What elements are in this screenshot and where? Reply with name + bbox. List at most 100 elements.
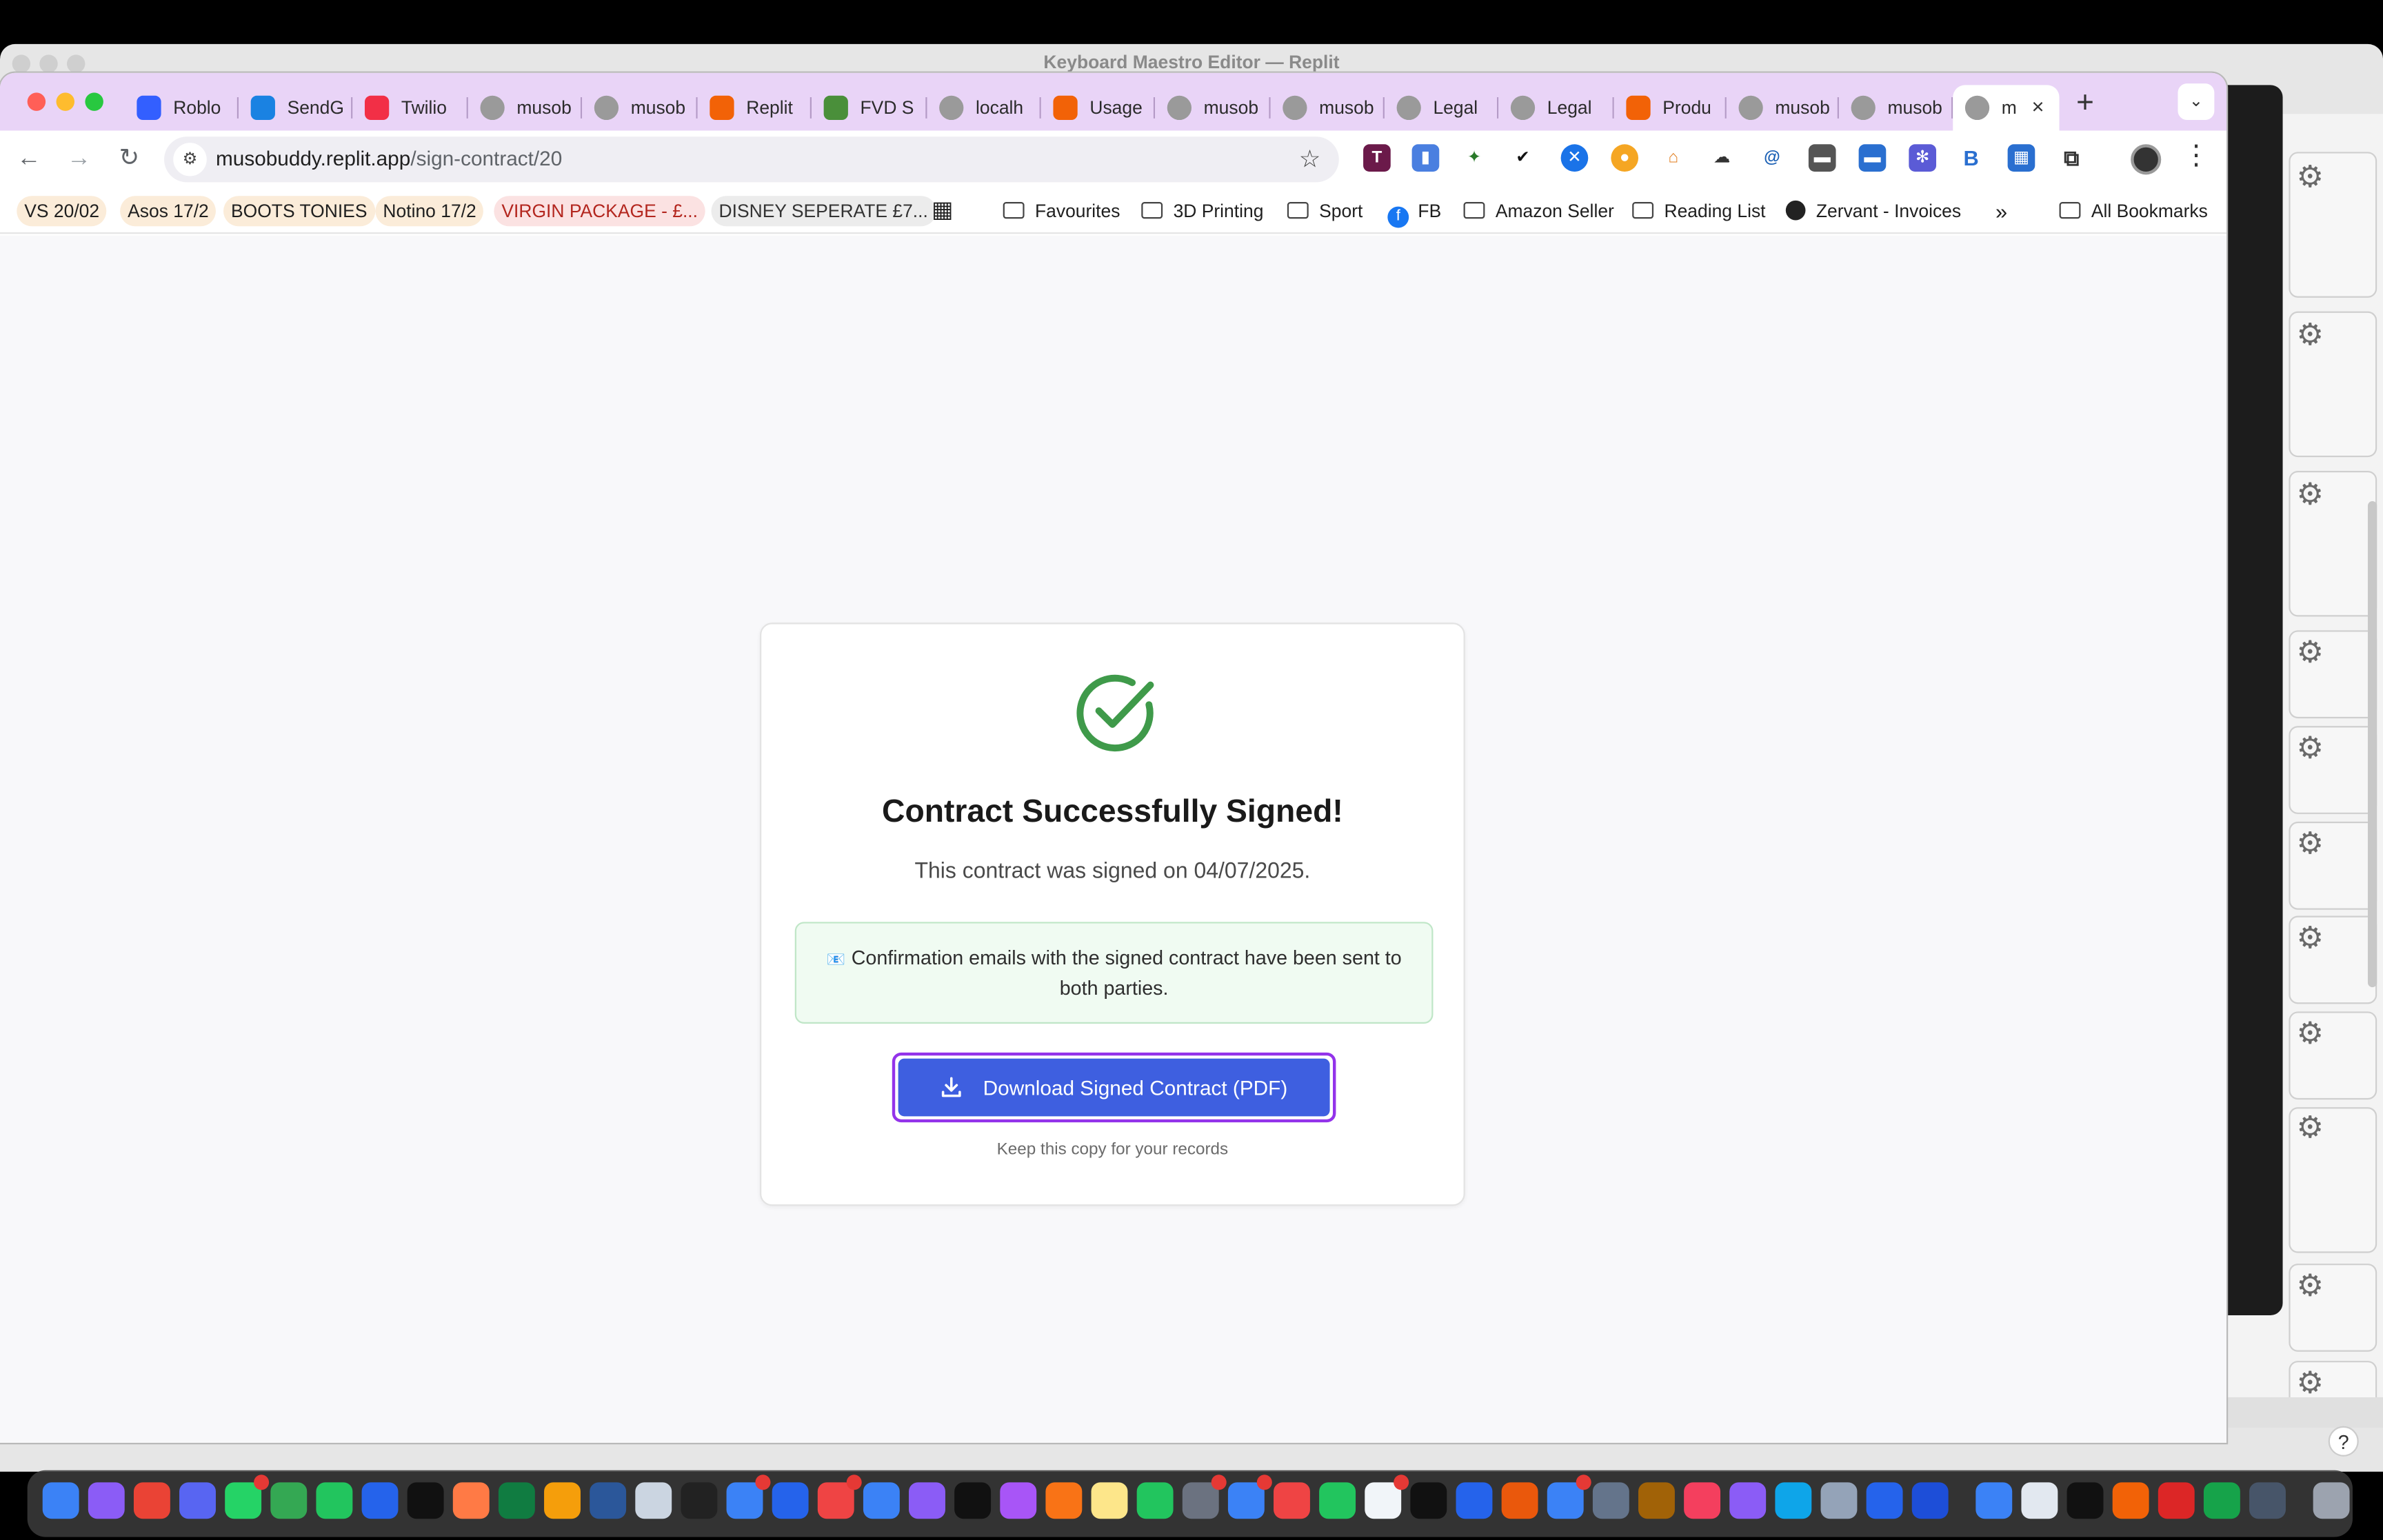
dock-app-icon[interactable] [1684,1482,1721,1519]
extension-circle-icon[interactable]: ● [1611,144,1639,172]
dock-app-icon[interactable] [452,1482,490,1519]
browser-tab[interactable]: Legal [1385,85,1499,130]
dock-app-icon[interactable] [909,1482,945,1519]
gear-icon[interactable]: ⚙ [2296,1015,2324,1053]
gear-icon[interactable]: ⚙ [2296,1108,2324,1146]
extension-at-icon[interactable]: @ [1758,144,1786,172]
gear-icon[interactable]: ⚙ [2296,1266,2324,1304]
extension-cloud-icon[interactable]: ☁ [1708,144,1736,172]
gear-icon[interactable]: ⚙ [2296,729,2324,767]
browser-tab[interactable]: musob [1271,85,1385,130]
dock-app-icon[interactable] [1000,1482,1037,1519]
browser-tab[interactable]: Twilio [352,85,468,130]
dock-app-icon[interactable] [2313,1482,2350,1519]
extension-gear-icon[interactable]: ✻ [1909,144,1937,172]
dock-app-icon[interactable] [1866,1482,1903,1519]
extension-chart-icon[interactable]: ▮ [1411,144,1440,172]
extension-home-icon[interactable]: ⌂ [1659,144,1687,172]
bookmark-folder-amazon-seller[interactable]: Amazon Seller [1456,196,1622,226]
url-text[interactable]: musobuddy.replit.app/sign-contract/20 [216,148,562,170]
dock-app-icon[interactable] [225,1475,270,1519]
help-button[interactable]: ? [2328,1426,2359,1457]
bookmark-folder-reading-list[interactable]: Reading List [1625,196,1773,226]
site-info-icon[interactable]: ⚙ [173,143,207,176]
dock-app-icon[interactable] [1547,1475,1591,1519]
dock-app-icon[interactable] [498,1482,535,1519]
dock-app-icon[interactable] [316,1482,353,1519]
browser-tab[interactable]: musob [1839,85,1953,130]
extension-b-icon[interactable]: B [1957,144,1985,172]
dock-app-icon[interactable] [1274,1482,1310,1519]
dock-app-icon[interactable] [88,1482,125,1519]
browser-menu-icon[interactable]: ⋮ [2182,140,2210,172]
extension-t-icon[interactable]: T [1363,144,1391,172]
browser-tab[interactable]: musob [1727,85,1839,130]
browser-tab[interactable]: musob [582,85,698,130]
bookmarks-overflow-icon[interactable]: » [1988,196,2015,226]
dock-app-icon[interactable] [590,1482,627,1519]
dock-app-icon[interactable] [1975,1482,2013,1519]
dock-app-icon[interactable] [2067,1482,2104,1519]
dock-app-icon[interactable] [681,1482,718,1519]
browser-tab[interactable]: Legal [1498,85,1614,130]
browser-tab[interactable]: Replit [698,85,812,130]
extension-badge-icon[interactable]: ▦ [2007,144,2035,172]
gear-icon[interactable]: ⚙ [2296,476,2324,514]
bookmark-item[interactable]: BOOTS TONIES [223,196,375,227]
browser-tab[interactable]: Produ [1614,85,1727,130]
browser-tab[interactable]: FVD S [812,85,927,130]
close-window-light[interactable] [27,92,46,111]
dock-app-icon[interactable] [726,1475,771,1519]
browser-tab[interactable]: SendG [239,85,353,130]
dock-app-icon[interactable] [179,1482,216,1519]
back-icon[interactable]: ← [12,143,46,176]
km-scrollbar[interactable] [2367,501,2377,988]
dock-app-icon[interactable] [1410,1482,1447,1519]
new-tab-button[interactable]: + [2070,87,2100,122]
dock-app-icon[interactable] [954,1482,992,1519]
all-bookmarks[interactable]: All Bookmarks [2052,196,2215,226]
profile-avatar[interactable] [2131,144,2162,175]
bookmark-zervant[interactable]: Zervant - Invoices [1778,196,1969,226]
bookmark-folder-3d-printing[interactable]: 3D Printing [1134,196,1271,226]
browser-tab[interactable]: m × [1953,85,2060,131]
dock-app-icon[interactable] [1729,1482,1767,1519]
close-tab-icon[interactable]: × [2031,94,2044,119]
browser-tab[interactable]: localh [927,85,1041,130]
browser-tab[interactable]: musob [1155,85,1271,130]
dock-app-icon[interactable] [407,1482,444,1519]
dock-app-icon[interactable] [544,1482,581,1519]
bookmark-item[interactable]: VIRGIN PACKAGE - £... [494,196,706,227]
dock-app-icon[interactable] [863,1482,900,1519]
dock-app-icon[interactable] [2249,1482,2286,1519]
dock-app-icon[interactable] [1136,1482,1174,1519]
gear-icon[interactable]: ⚙ [2296,1364,2324,1401]
dock-app-icon[interactable] [133,1482,170,1519]
bookmark-item[interactable]: DISNEY SEPERATE £7... [711,196,936,227]
reload-icon[interactable]: ↻ [112,143,145,176]
gear-icon[interactable]: ⚙ [2296,919,2324,957]
browser-tab[interactable]: Roblo [125,85,239,130]
gear-icon[interactable]: ⚙ [2296,158,2324,196]
minimize-window-light[interactable] [56,92,75,111]
dock-app-icon[interactable] [1820,1482,1858,1519]
dock-app-icon[interactable] [817,1475,862,1519]
dock-app-icon[interactable] [1456,1482,1493,1519]
gear-icon[interactable]: ⚙ [2296,316,2324,354]
dock-app-icon[interactable] [361,1482,399,1519]
forward-icon[interactable]: → [62,143,95,176]
zoom-window-light[interactable] [85,92,103,111]
dock-app-icon[interactable] [1911,1482,1949,1519]
bookmark-item[interactable]: VS 20/02 [17,196,108,227]
dock-app-icon[interactable] [270,1482,308,1519]
extension-check-icon[interactable]: ✔ [1509,144,1537,172]
dock-app-icon[interactable] [1319,1482,1356,1519]
bookmark-star-icon[interactable]: ☆ [1299,144,1321,174]
bookmark-item[interactable]: Notino 17/2 [375,196,484,227]
dock-app-icon[interactable] [1501,1482,1538,1519]
dock-app-icon[interactable] [1091,1482,1128,1519]
tab-search-button[interactable]: ⌄ [2178,83,2215,121]
apps-grid-icon[interactable]: ▦ [932,196,953,226]
dock-app-icon[interactable] [1775,1482,1812,1519]
bookmark-fb[interactable]: f FB [1380,196,1449,228]
